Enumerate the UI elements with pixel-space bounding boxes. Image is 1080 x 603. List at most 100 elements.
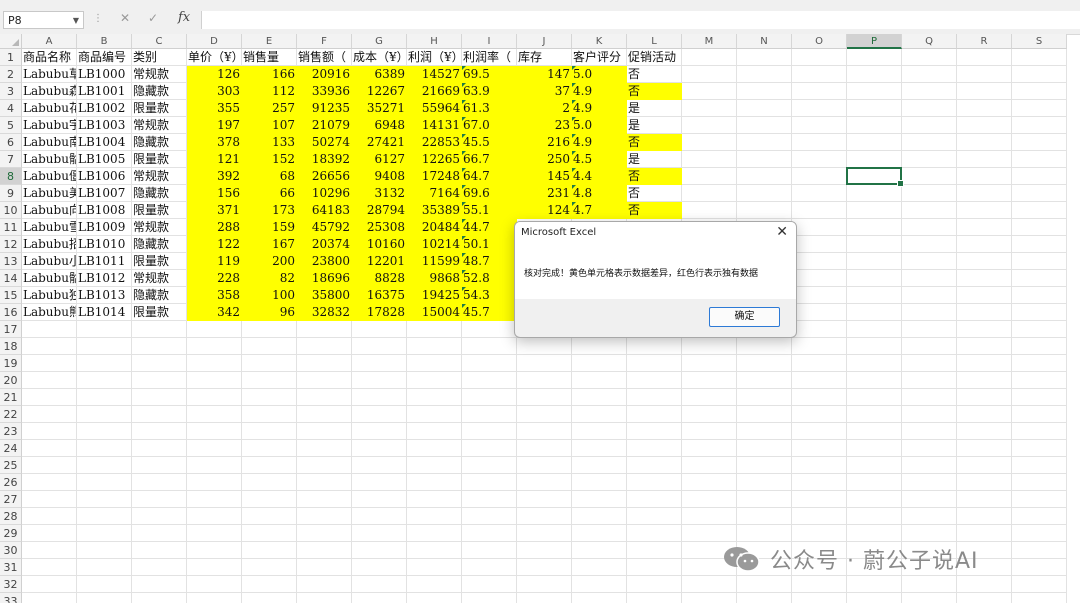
cell-e6[interactable]: 133 — [242, 134, 297, 151]
cell-i24[interactable] — [462, 440, 517, 457]
cell-s13[interactable] — [1012, 253, 1067, 270]
cell-n3[interactable] — [737, 83, 792, 100]
row-header-10[interactable]: 10 — [0, 202, 22, 219]
cell-k4[interactable]: 4.9 — [572, 100, 627, 117]
cell-k10[interactable]: 4.7 — [572, 202, 627, 219]
column-header-d[interactable]: D — [187, 34, 242, 49]
column-header-e[interactable]: E — [242, 34, 297, 49]
cell-b5[interactable]: LB1003 — [77, 117, 132, 134]
cell-f8[interactable]: 26656 — [297, 168, 352, 185]
cell-a31[interactable] — [22, 559, 77, 576]
cell-d7[interactable]: 121 — [187, 151, 242, 168]
cell-p13[interactable] — [847, 253, 902, 270]
cell-h8[interactable]: 17248 — [407, 168, 462, 185]
cell-r26[interactable] — [957, 474, 1012, 491]
cell-j19[interactable] — [517, 355, 572, 372]
cell-r7[interactable] — [957, 151, 1012, 168]
cell-a16[interactable]: Labubu熊 — [22, 304, 77, 321]
cell-j20[interactable] — [517, 372, 572, 389]
cell-f13[interactable]: 23800 — [297, 253, 352, 270]
cell-c22[interactable] — [132, 406, 187, 423]
cell-p25[interactable] — [847, 457, 902, 474]
cell-p4[interactable] — [847, 100, 902, 117]
cell-i31[interactable] — [462, 559, 517, 576]
cell-a21[interactable] — [22, 389, 77, 406]
cell-d8[interactable]: 392 — [187, 168, 242, 185]
cell-p27[interactable] — [847, 491, 902, 508]
cell-s10[interactable] — [1012, 202, 1067, 219]
cell-b26[interactable] — [77, 474, 132, 491]
cell-l30[interactable] — [627, 542, 682, 559]
cell-g16[interactable]: 17828 — [352, 304, 407, 321]
cell-d10[interactable]: 371 — [187, 202, 242, 219]
cell-b8[interactable]: LB1006 — [77, 168, 132, 185]
cell-h9[interactable]: 7164 — [407, 185, 462, 202]
cell-f14[interactable]: 18696 — [297, 270, 352, 287]
cell-m22[interactable] — [682, 406, 737, 423]
cell-f18[interactable] — [297, 338, 352, 355]
column-header-f[interactable]: F — [297, 34, 352, 49]
cell-a29[interactable] — [22, 525, 77, 542]
cell-a9[interactable]: Labubu美 — [22, 185, 77, 202]
cell-j18[interactable] — [517, 338, 572, 355]
cell-b2[interactable]: LB1000 — [77, 66, 132, 83]
cell-l9[interactable]: 否 — [627, 185, 682, 202]
cell-n18[interactable] — [737, 338, 792, 355]
cell-j24[interactable] — [517, 440, 572, 457]
cell-c6[interactable]: 隐藏款 — [132, 134, 187, 151]
cell-g24[interactable] — [352, 440, 407, 457]
cell-e14[interactable]: 82 — [242, 270, 297, 287]
cell-a33[interactable] — [22, 593, 77, 603]
row-header-13[interactable]: 13 — [0, 253, 22, 270]
cell-s14[interactable] — [1012, 270, 1067, 287]
cell-s1[interactable] — [1012, 49, 1067, 66]
cell-m25[interactable] — [682, 457, 737, 474]
row-header-17[interactable]: 17 — [0, 321, 22, 338]
cell-n19[interactable] — [737, 355, 792, 372]
cell-r19[interactable] — [957, 355, 1012, 372]
cell-j7[interactable]: 250 — [517, 151, 572, 168]
cell-o6[interactable] — [792, 134, 847, 151]
cell-a5[interactable]: Labubu宇 — [22, 117, 77, 134]
cell-f4[interactable]: 91235 — [297, 100, 352, 117]
cell-n26[interactable] — [737, 474, 792, 491]
cell-s2[interactable] — [1012, 66, 1067, 83]
cell-r8[interactable] — [957, 168, 1012, 185]
cell-f7[interactable]: 18392 — [297, 151, 352, 168]
cell-i1[interactable]: 利润率（ — [462, 49, 517, 66]
cell-g30[interactable] — [352, 542, 407, 559]
cell-e5[interactable]: 107 — [242, 117, 297, 134]
cell-f10[interactable]: 64183 — [297, 202, 352, 219]
cell-m20[interactable] — [682, 372, 737, 389]
cell-c26[interactable] — [132, 474, 187, 491]
cell-b15[interactable]: LB1013 — [77, 287, 132, 304]
cell-f25[interactable] — [297, 457, 352, 474]
row-header-24[interactable]: 24 — [0, 440, 22, 457]
cell-k19[interactable] — [572, 355, 627, 372]
cell-i17[interactable] — [462, 321, 517, 338]
cell-l25[interactable] — [627, 457, 682, 474]
cell-b24[interactable] — [77, 440, 132, 457]
cell-m5[interactable] — [682, 117, 737, 134]
cell-m33[interactable] — [682, 593, 737, 603]
cell-q2[interactable] — [902, 66, 957, 83]
cell-e20[interactable] — [242, 372, 297, 389]
row-header-5[interactable]: 5 — [0, 117, 22, 134]
column-header-s[interactable]: S — [1012, 34, 1067, 49]
cell-c3[interactable]: 隐藏款 — [132, 83, 187, 100]
cell-k33[interactable] — [572, 593, 627, 603]
cell-f32[interactable] — [297, 576, 352, 593]
cell-f16[interactable]: 32832 — [297, 304, 352, 321]
cell-l29[interactable] — [627, 525, 682, 542]
cell-r16[interactable] — [957, 304, 1012, 321]
column-header-i[interactable]: I — [462, 34, 517, 49]
cell-r12[interactable] — [957, 236, 1012, 253]
cell-l8[interactable]: 否 — [627, 168, 682, 185]
cell-l3[interactable]: 否 — [627, 83, 682, 100]
cell-q9[interactable] — [902, 185, 957, 202]
cell-k27[interactable] — [572, 491, 627, 508]
cell-d30[interactable] — [187, 542, 242, 559]
row-header-16[interactable]: 16 — [0, 304, 22, 321]
cell-e16[interactable]: 96 — [242, 304, 297, 321]
cell-o9[interactable] — [792, 185, 847, 202]
